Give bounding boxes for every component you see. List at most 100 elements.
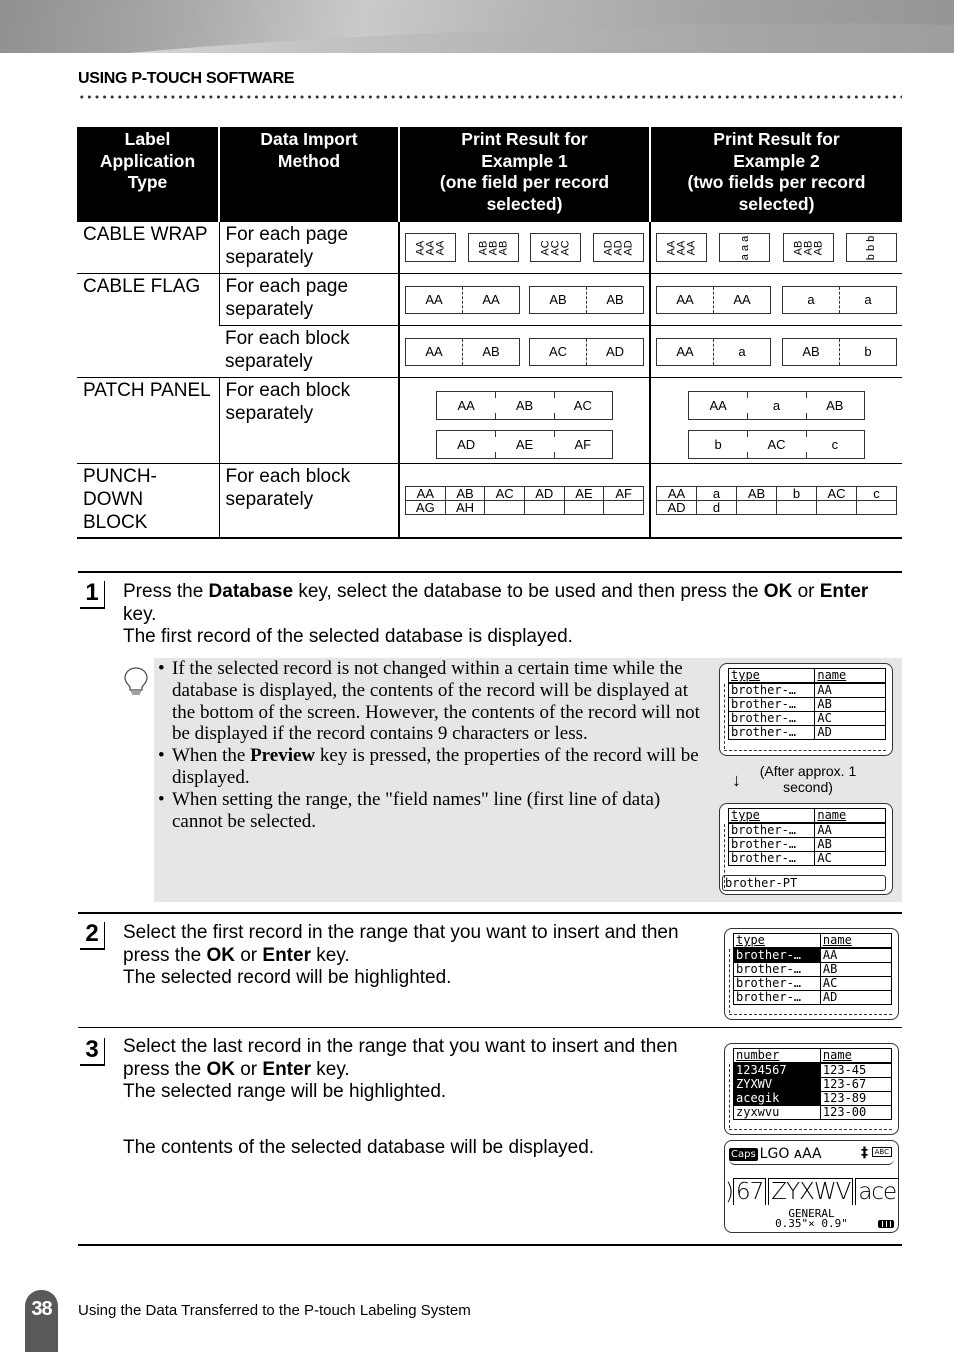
lcd-cell: brother-…	[727, 697, 816, 712]
align-icon: ‡	[861, 1145, 868, 1161]
step-3-text: Select the last record in the range that…	[123, 1036, 708, 1159]
punch-cell	[736, 499, 777, 515]
flag-label-text: AA	[482, 292, 500, 307]
example1-result: AA AA AB AB	[398, 273, 650, 326]
scrollbar-horizontal	[729, 1129, 892, 1130]
patch-tick	[747, 391, 749, 398]
patch-tick	[553, 412, 555, 419]
lcd-status-bar: Caps LGO ᴀAA ‡ ABC	[729, 1144, 894, 1165]
step-2-result: The selected record will be highlighted.	[123, 967, 452, 988]
lcd-cell: AC	[814, 711, 886, 726]
example2-result: AA AA AA a a a AB AB AB b b b	[649, 221, 902, 274]
abc-indicator: ABC	[871, 1147, 892, 1157]
flag-label-text: AA	[657, 286, 714, 313]
wrap-label: AA AA AA	[405, 233, 456, 262]
step-1-text: Press the Database key, select the datab…	[123, 581, 883, 649]
punch-cell: b	[776, 485, 817, 501]
punch-cell: AH	[444, 499, 486, 515]
header-label-type: Label Application Type	[77, 127, 219, 222]
lcd-row: brother-… AD	[733, 990, 893, 1005]
flag-label-text: AB	[530, 286, 587, 313]
bold-key: Enter	[819, 581, 869, 602]
hint-item: If the selected record is not changed wi…	[158, 658, 703, 745]
flag-label: aa	[782, 285, 897, 314]
step-divider	[78, 571, 902, 573]
patch-label-text: a	[772, 397, 781, 413]
patch-tick	[747, 430, 749, 437]
lcd-cell: AC	[814, 851, 886, 866]
patch-label-text: AA	[457, 397, 475, 413]
example1-result: AA AA AA AB AB AB AC AC AC AD AD AD	[398, 221, 650, 274]
bold-key: Database	[208, 581, 294, 602]
flag-label-text: a	[738, 344, 746, 359]
flag-label-text: AA	[406, 286, 463, 313]
patch-label-text: AA	[709, 397, 727, 413]
punch-row: AD d	[656, 499, 897, 515]
punch-cell: c	[856, 485, 897, 501]
wrap-label-text: AA AA AA	[665, 240, 698, 255]
method-cell: For each page separately	[218, 273, 399, 326]
table-row: CABLE WRAP For each page separately AA A…	[77, 221, 902, 274]
punch-cell: AF	[603, 485, 644, 501]
punch-row: AA AB AC AD AE AF	[405, 485, 644, 501]
lcd-cell: AA	[814, 682, 886, 698]
patch-tick	[495, 451, 497, 458]
text-block: acegik	[855, 1178, 898, 1205]
example1-result: AA AB AC AD AE AF	[398, 377, 650, 464]
lcd-cell: AC	[819, 976, 893, 991]
example2-result: AA a AB b	[649, 325, 902, 378]
lcd-database-screen-after: type name brother-… AA brother-… AB brother-… A…	[719, 803, 893, 895]
lcd-header-row: number name	[733, 1048, 893, 1064]
lcd-database-screen: type name brother-… AA brother-… AB brother-… A…	[719, 663, 893, 756]
punch-cell	[523, 499, 565, 515]
punch-cell: AD	[656, 499, 697, 515]
lcd-row: acegik 123-89	[733, 1091, 893, 1106]
punch-cell	[484, 499, 525, 515]
lcd-header-row: type name	[727, 808, 886, 824]
flag-label-text: AC	[530, 338, 587, 365]
patch-tick	[553, 391, 555, 398]
lcd-header-row: type name	[727, 668, 886, 684]
lcd-record-line: brother-PT	[722, 875, 886, 891]
scrollbar-horizontal	[729, 1014, 892, 1015]
lcd-row: brother-… AA	[727, 822, 886, 838]
wrap-label-text: AA AA AA	[414, 240, 447, 255]
step-3-note: The contents of the selected database wi…	[123, 1136, 595, 1158]
lcd-row: brother-… AA	[727, 682, 886, 698]
punch-cell: AC	[816, 485, 857, 501]
bold-key: OK	[206, 1058, 235, 1080]
punch-cell	[563, 499, 605, 515]
patch-label-text: AF	[574, 436, 592, 452]
hint-list: If the selected record is not changed wi…	[158, 658, 703, 832]
lcd-header-cell: name	[814, 668, 886, 684]
method-cell: For each block separately	[218, 463, 399, 539]
lcd-cell: brother-…	[727, 711, 816, 726]
step-2-instruction: Select the first record in the range tha…	[123, 922, 679, 966]
punch-cell: AG	[405, 499, 446, 515]
patch-label: AA a AB	[688, 390, 865, 420]
patch-tick	[805, 430, 807, 437]
patch-tick	[805, 391, 807, 398]
lcd-edit-screen: Caps LGO ᴀAA ‡ ABC )67ZYXWVacegik GENERA…	[724, 1140, 899, 1233]
step-number: 3	[80, 1038, 105, 1066]
lcd-cell: AA	[814, 822, 886, 838]
patch-tick	[495, 412, 497, 419]
type-cell: CABLE WRAP	[77, 221, 219, 274]
flag-label-text: AD	[605, 344, 625, 359]
punch-cell	[776, 499, 817, 515]
flag-label: AA AA	[405, 285, 520, 314]
lcd-table: type name brother-… AA brother-… AB brother-… A…	[733, 933, 893, 1005]
punch-cell: AA	[405, 485, 446, 501]
flag-label: AA AA	[656, 285, 771, 314]
flag-label-text: b	[864, 344, 872, 359]
step-number: 2	[80, 922, 105, 950]
wrap-label: AA AA AA	[656, 233, 707, 262]
type-cell: PUNCH- DOWN BLOCK	[77, 463, 219, 539]
example1-result: AA AB AC AD	[398, 325, 650, 378]
wrap-label: a a a	[719, 233, 771, 262]
page-number: 38	[31, 1298, 52, 1320]
scrollbar-vertical	[724, 684, 725, 749]
lcd-cell: AD	[814, 725, 886, 740]
punch-cell: AD	[523, 485, 565, 501]
flag-label: AB AB	[529, 285, 644, 314]
